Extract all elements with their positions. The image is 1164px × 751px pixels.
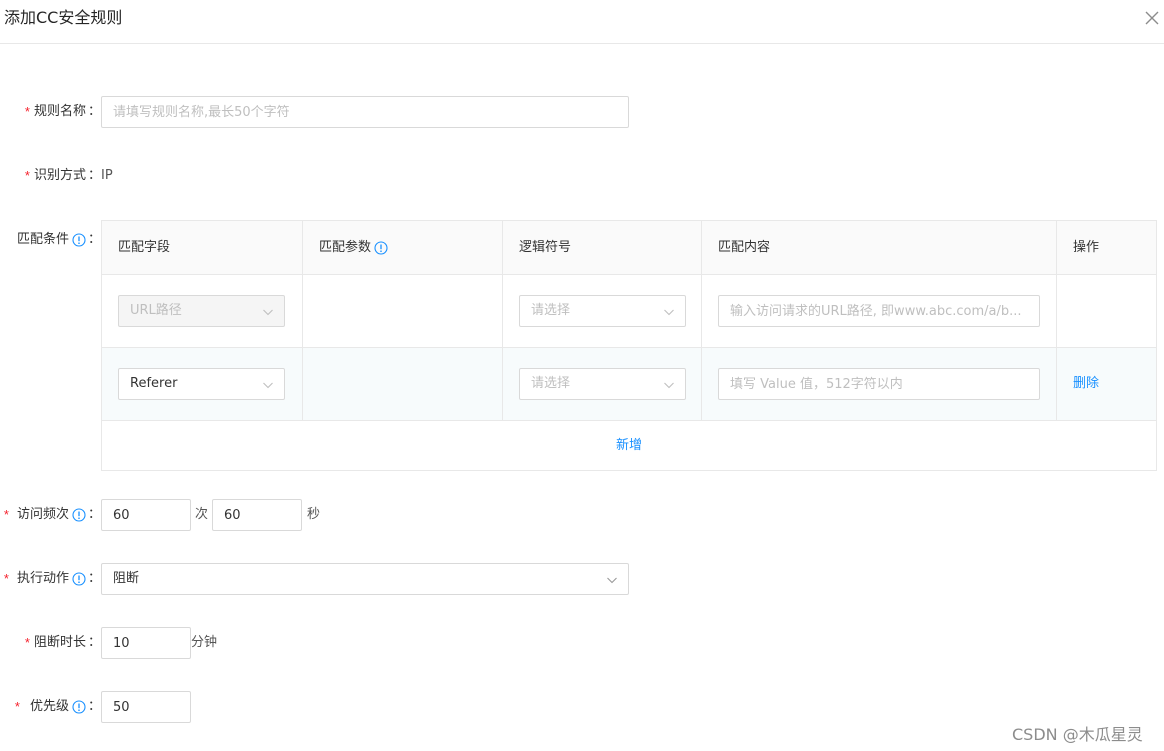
info-icon[interactable] (72, 233, 86, 247)
table-row: URL路径 请选择 (102, 275, 1156, 348)
label-colon: ： (87, 104, 101, 119)
match-label-text: 匹配条件 (16, 232, 69, 247)
required-mark: * (24, 168, 30, 183)
table-cell: 请选择 (503, 275, 702, 347)
required-mark: * (24, 104, 30, 119)
column-header: 操作 (1057, 221, 1156, 275)
column-header-text: 逻辑符号 (519, 240, 572, 255)
priority-label-text: 优先级 (29, 699, 69, 714)
required-mark: * (3, 507, 9, 522)
action-select[interactable]: 阻断 (101, 563, 629, 595)
match-content-input[interactable] (718, 295, 1040, 327)
column-header: 逻辑符号 (503, 221, 702, 275)
identify-label: * 识别方式： (0, 160, 101, 192)
table-cell: 删除 (1057, 348, 1156, 420)
block-duration-input[interactable] (101, 627, 191, 659)
chevron-down-icon (606, 574, 618, 586)
table-cell (303, 348, 503, 420)
label-colon: ： (87, 635, 101, 650)
label-colon: ： (87, 699, 101, 714)
column-header: 匹配参数 (303, 221, 503, 275)
table-cell (303, 275, 503, 347)
dialog-title: 添加CC安全规则 (4, 8, 123, 27)
add-condition-row: 新增 (102, 422, 1156, 470)
select-value: Referer (130, 376, 178, 391)
rule-name-label: * 规则名称： (0, 96, 101, 128)
table-cell (1057, 275, 1156, 347)
block-duration-label-text: 阻断时长 (33, 635, 86, 650)
priority-row: * 优先级 ： (0, 691, 1164, 723)
select-value: 阻断 (113, 571, 140, 586)
add-condition-link[interactable]: 新增 (616, 438, 642, 453)
count-unit: 次 (195, 507, 209, 522)
table-cell (702, 348, 1057, 420)
table-cell: Referer (102, 348, 303, 420)
frequency-label-text: 访问频次 (16, 507, 69, 522)
column-header-text: 操作 (1073, 240, 1100, 255)
seconds-unit: 秒 (307, 507, 321, 522)
duration-unit: 分钟 (191, 635, 218, 650)
priority-label: * 优先级 ： (0, 691, 101, 723)
column-header: 匹配内容 (702, 221, 1057, 275)
rule-name-row: * 规则名称： (0, 96, 1164, 128)
select-placeholder: 请选择 (531, 303, 571, 318)
close-icon (1145, 11, 1159, 25)
label-colon: ： (87, 232, 101, 247)
chevron-down-icon (663, 379, 675, 391)
rule-name-input[interactable] (101, 96, 629, 128)
select-placeholder: 请选择 (531, 376, 571, 391)
label-colon: ： (87, 571, 101, 586)
block-duration-row: * 阻断时长： 分钟 (0, 627, 1164, 659)
match-field-select[interactable]: Referer (118, 368, 285, 400)
rule-name-label-text: 规则名称 (33, 104, 86, 119)
priority-input[interactable] (101, 691, 191, 723)
match-table: 匹配字段 匹配参数 逻辑符号 匹配内容 操作 URL路径 请选择 输入访问请求的… (101, 220, 1157, 471)
column-header-text: 匹配字段 (118, 240, 171, 255)
identify-row: * 识别方式： IP (0, 160, 1164, 192)
chevron-down-icon (262, 306, 274, 318)
chevron-down-icon (262, 379, 274, 391)
required-mark: * (24, 635, 30, 650)
column-header: 匹配字段 (102, 221, 303, 275)
dialog-header: 添加CC安全规则 (0, 0, 1164, 44)
match-field-select: URL路径 (118, 295, 285, 327)
identify-value: IP (101, 168, 113, 183)
action-row: * 执行动作 ： 阻断 (0, 563, 1164, 595)
info-icon[interactable] (374, 241, 388, 255)
identify-label-text: 识别方式 (33, 168, 86, 183)
watermark: CSDN @木瓜星灵 (1012, 725, 1143, 744)
frequency-label: * 访问频次 ： (0, 499, 101, 531)
logic-select[interactable]: 请选择 (519, 368, 686, 400)
logic-select[interactable]: 请选择 (519, 295, 686, 327)
match-label: 匹配条件 ： (0, 224, 101, 256)
info-icon[interactable] (72, 508, 86, 522)
action-label-text: 执行动作 (16, 571, 69, 586)
required-mark: * (3, 571, 9, 586)
label-colon: ： (87, 507, 101, 522)
frequency-row: * 访问频次 ： 次 秒 (0, 499, 1164, 531)
frequency-seconds-input[interactable] (212, 499, 302, 531)
required-mark: * (14, 699, 20, 714)
action-label: * 执行动作 ： (0, 563, 101, 595)
label-colon: ： (87, 168, 101, 183)
chevron-down-icon (663, 306, 675, 318)
close-button[interactable] (1140, 6, 1164, 30)
frequency-count-input[interactable] (101, 499, 191, 531)
info-icon[interactable] (72, 572, 86, 586)
match-content-input[interactable] (718, 368, 1040, 400)
table-header: 匹配字段 匹配参数 逻辑符号 匹配内容 操作 (102, 221, 1156, 275)
table-cell (702, 275, 1057, 347)
column-header-text: 匹配参数 (319, 240, 372, 255)
block-duration-label: * 阻断时长： (0, 627, 101, 659)
column-header-text: 匹配内容 (718, 240, 771, 255)
info-icon[interactable] (72, 700, 86, 714)
select-value: URL路径 (130, 303, 182, 318)
delete-link[interactable]: 删除 (1073, 376, 1099, 391)
table-cell: URL路径 (102, 275, 303, 347)
table-row: Referer 请选择 删除 (102, 348, 1156, 421)
table-cell: 请选择 (503, 348, 702, 420)
